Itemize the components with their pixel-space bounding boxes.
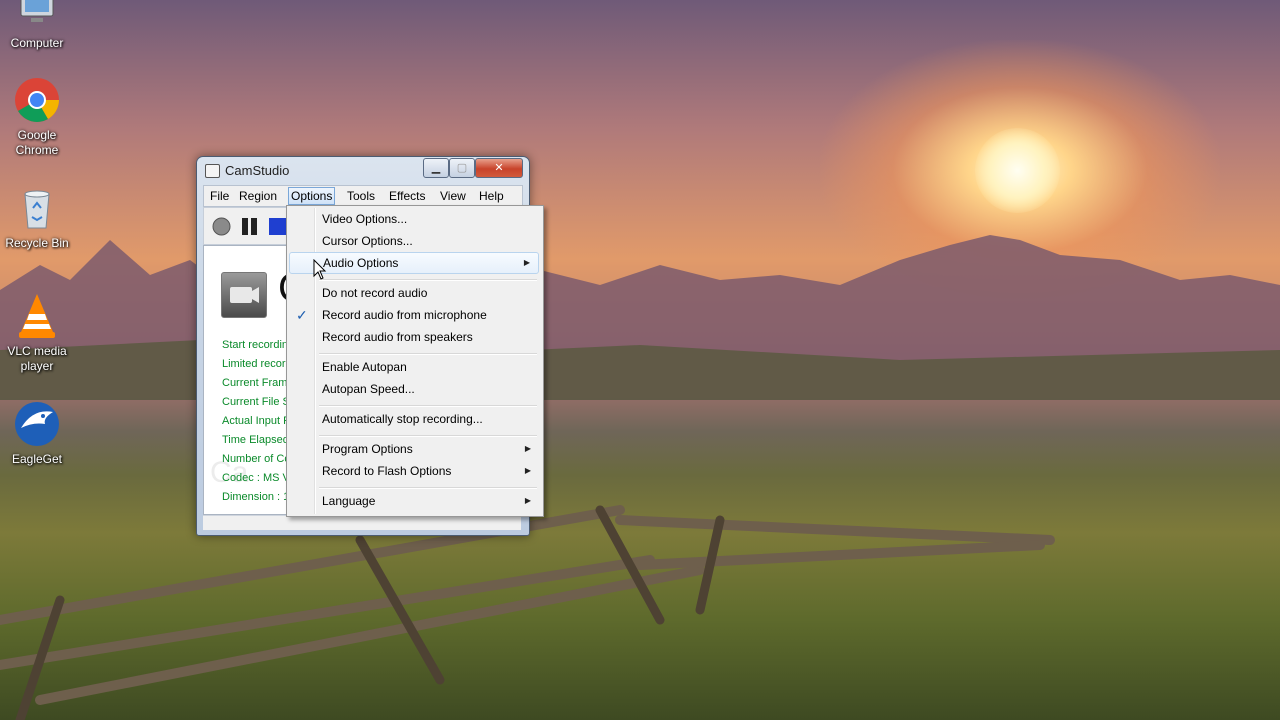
minimize-button[interactable]: ▁ (423, 158, 449, 178)
mountain-range (0, 235, 1280, 400)
menu-region[interactable]: Region (237, 188, 279, 204)
options-dropdown-menu: Video Options... Cursor Options... Audio… (286, 205, 544, 517)
menu-bar: File Region Options Tools Effects View H… (203, 185, 523, 207)
menu-item-label: Autopan Speed... (322, 382, 415, 396)
checkmark-icon: ✓ (296, 307, 308, 323)
desktop-icon-label: EagleGet (11, 452, 63, 466)
menu-item-label: Record to Flash Options (322, 464, 452, 478)
stat-number-of-colors: Number of Co (222, 453, 291, 465)
menu-separator (319, 435, 537, 437)
stat-time-elapsed: Time Elapsed (222, 434, 289, 446)
desktop-icon-label: VLC media player (7, 344, 67, 373)
pause-icon (242, 218, 257, 235)
menu-item-record-to-flash-options[interactable]: Record to Flash Options ▶ (289, 460, 539, 482)
computer-icon (13, 0, 61, 32)
menu-item-label: Video Options... (322, 212, 408, 226)
desktop-icon-eagleget[interactable]: EagleGet (1, 400, 73, 467)
menu-item-label: Record audio from microphone (322, 308, 487, 322)
stat-actual-input-rate: Actual Input F (222, 415, 290, 427)
menu-item-record-audio-speakers[interactable]: Record audio from speakers (289, 326, 539, 348)
menu-item-label: Audio Options (323, 256, 399, 270)
desktop-icon-chrome[interactable]: Google Chrome (1, 76, 73, 158)
menu-item-label: Language (322, 494, 376, 508)
desktop-icon-recycle-bin[interactable]: Recycle Bin (1, 184, 73, 251)
menu-item-auto-stop-recording[interactable]: Automatically stop recording... (289, 408, 539, 430)
sun (975, 128, 1060, 213)
submenu-arrow-icon: ▶ (524, 496, 531, 505)
maximize-button[interactable]: ▢ (449, 158, 475, 178)
desktop-icon-label: Recycle Bin (5, 236, 69, 250)
close-button[interactable]: ✕ (475, 158, 523, 178)
menu-item-label: Do not record audio (322, 286, 428, 300)
menu-item-autopan-speed[interactable]: Autopan Speed... (289, 378, 539, 400)
menu-options[interactable]: Options (288, 187, 336, 205)
menu-separator (319, 279, 537, 281)
menu-item-record-audio-microphone[interactable]: ✓ Record audio from microphone (289, 304, 539, 326)
title-bar[interactable]: CamStudio ▁ ▢ ✕ (197, 157, 529, 184)
menu-separator (319, 353, 537, 355)
status-bar (203, 515, 521, 530)
menu-item-language[interactable]: Language ▶ (289, 490, 539, 512)
vlc-icon (13, 292, 61, 340)
menu-item-label: Cursor Options... (322, 234, 413, 248)
stat-current-file-size: Current File Si (222, 396, 293, 408)
menu-view[interactable]: View (438, 188, 468, 204)
menu-file[interactable]: File (208, 188, 231, 204)
stat-codec: Codec : MS V (222, 472, 290, 484)
submenu-arrow-icon: ▶ (523, 258, 530, 267)
menu-item-enable-autopan[interactable]: Enable Autopan (289, 356, 539, 378)
menu-item-cursor-options[interactable]: Cursor Options... (289, 230, 539, 252)
chrome-icon (13, 76, 61, 124)
eagleget-icon (13, 400, 61, 448)
submenu-arrow-icon: ▶ (524, 444, 531, 453)
wooden-fence (0, 505, 1055, 720)
menu-separator (319, 405, 537, 407)
desktop-icon-vlc[interactable]: VLC media player (1, 292, 73, 374)
menu-separator (319, 487, 537, 489)
menu-item-label: Program Options (322, 442, 413, 456)
camstudio-app-icon (205, 164, 220, 178)
menu-item-label: Record audio from speakers (322, 330, 473, 344)
menu-item-label: Automatically stop recording... (322, 412, 483, 426)
desktop-icon-label: Computer (10, 36, 64, 50)
menu-effects[interactable]: Effects (387, 188, 427, 204)
stat-dimension: Dimension : 1 (222, 491, 290, 503)
stop-button[interactable] (268, 217, 287, 236)
menu-help[interactable]: Help (477, 188, 506, 204)
camera-logo-icon (221, 272, 267, 318)
stat-start-recording: Start recording (222, 339, 295, 351)
record-button[interactable] (212, 217, 231, 236)
stop-icon (269, 218, 286, 235)
desktop-icon-computer[interactable]: Computer (1, 0, 73, 51)
stat-limited-record: Limited record (222, 358, 292, 370)
menu-item-label: Enable Autopan (322, 360, 407, 374)
mouse-pointer-icon (313, 259, 327, 280)
menu-item-do-not-record-audio[interactable]: Do not record audio (289, 282, 539, 304)
record-icon (212, 217, 231, 236)
menu-item-video-options[interactable]: Video Options... (289, 208, 539, 230)
submenu-arrow-icon: ▶ (524, 466, 531, 475)
pause-button[interactable] (240, 217, 259, 236)
menu-tools[interactable]: Tools (345, 188, 377, 204)
stat-current-frame: Current Frame (222, 377, 294, 389)
menu-item-program-options[interactable]: Program Options ▶ (289, 438, 539, 460)
recycle-bin-icon (13, 184, 61, 232)
window-title: CamStudio (225, 163, 290, 178)
desktop-icon-label: Google Chrome (15, 128, 59, 157)
